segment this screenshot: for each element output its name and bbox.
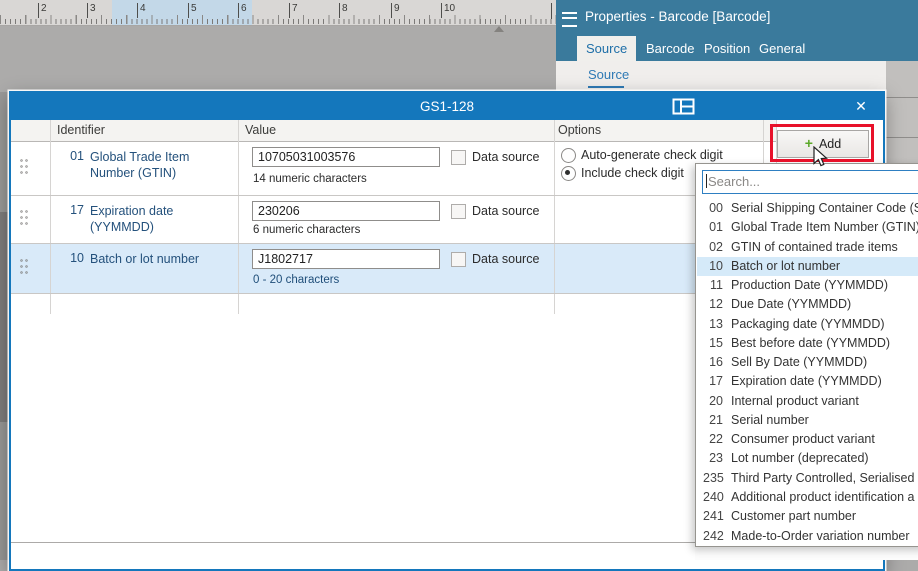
dropdown-lower-edge — [695, 546, 918, 560]
radio-label: Auto-generate check digit — [581, 148, 723, 162]
dropdown-item[interactable]: 00Serial Shipping Container Code (SS — [697, 199, 918, 218]
text-caret — [706, 174, 707, 188]
row-divider — [11, 293, 777, 294]
mouse-cursor-icon — [813, 146, 829, 168]
ruler-mark: 8 — [339, 3, 348, 18]
row-divider — [11, 243, 777, 244]
data-source-label: Data source — [472, 204, 539, 218]
ruler-medium-ticks — [0, 15, 556, 24]
value-input[interactable] — [252, 147, 440, 167]
dialog-title: GS1-128 — [11, 99, 883, 114]
close-icon[interactable]: ✕ — [849, 97, 873, 116]
drag-handle-icon[interactable] — [20, 259, 28, 277]
identifier-dropdown: Search... 00Serial Shipping Container Co… — [695, 163, 918, 547]
ruler-mark: 2 — [38, 3, 47, 18]
hamburger-menu-icon[interactable] — [562, 12, 577, 27]
panel-divider — [886, 137, 918, 138]
identifier-table: Identifier Value Options 01 Global Trade… — [11, 120, 777, 314]
ruler-mark: 9 — [391, 3, 400, 18]
horizontal-ruler: 2 3 4 5 6 7 8 9 10 — [0, 0, 556, 26]
value-hint: 14 numeric characters — [253, 173, 367, 185]
design-canvas-background — [0, 26, 556, 92]
subtab-source[interactable]: Source — [588, 67, 629, 82]
ruler-mark: 3 — [87, 3, 96, 18]
data-source-label: Data source — [472, 252, 539, 266]
dropdown-item[interactable]: 23Lot number (deprecated) — [697, 449, 918, 468]
radio-include-check-digit[interactable] — [561, 166, 576, 181]
ruler-position-marker-icon — [494, 26, 504, 32]
value-hint: 6 numeric characters — [253, 224, 360, 236]
dropdown-item[interactable]: 11Production Date (YYMMDD) — [697, 276, 918, 295]
column-divider — [238, 120, 239, 314]
properties-panel-title: Properties - Barcode [Barcode] — [585, 9, 770, 24]
dropdown-item[interactable]: 02GTIN of contained trade items — [697, 238, 918, 257]
search-placeholder: Search... — [708, 174, 760, 189]
data-source-checkbox[interactable] — [451, 252, 466, 267]
dropdown-item-selected[interactable]: 10Batch or lot number — [697, 257, 918, 276]
identifier-code: 17 — [60, 203, 84, 217]
dropdown-item[interactable]: 20Internal product variant — [697, 392, 918, 411]
value-input[interactable] — [252, 201, 440, 221]
column-divider — [50, 120, 51, 314]
dropdown-item[interactable]: 16Sell By Date (YYMMDD) — [697, 353, 918, 372]
column-header-value: Value — [245, 123, 276, 137]
ruler-mark: 10 — [441, 3, 455, 18]
dropdown-item[interactable]: 242Made-to-Order variation number — [697, 527, 918, 546]
data-source-checkbox[interactable] — [451, 150, 466, 165]
drag-handle-icon[interactable] — [20, 210, 28, 228]
dock-window-icon[interactable] — [672, 98, 696, 115]
subtab-underline — [588, 86, 624, 88]
radio-label: Include check digit — [581, 166, 684, 180]
dialog-titlebar[interactable]: GS1-128 ✕ — [11, 93, 883, 120]
dropdown-item[interactable]: 235Third Party Controlled, Serialised E — [697, 469, 918, 488]
tab-general[interactable]: General — [750, 36, 814, 61]
identifier-name: Global Trade Item Number (GTIN) — [90, 149, 232, 181]
tab-barcode[interactable]: Barcode — [637, 36, 703, 61]
table-row-selected[interactable]: 10 Batch or lot number 0 - 20 characters… — [11, 243, 777, 293]
radio-auto-generate-check-digit[interactable] — [561, 148, 576, 163]
dropdown-item[interactable]: 01Global Trade Item Number (GTIN) — [697, 218, 918, 237]
value-hint: 0 - 20 characters — [253, 274, 339, 286]
table-header-row: Identifier Value Options — [11, 120, 777, 142]
dropdown-list: 00Serial Shipping Container Code (SS 01G… — [697, 199, 918, 546]
dropdown-item[interactable]: 15Best before date (YYMMDD) — [697, 334, 918, 353]
ruler-end-tick — [551, 3, 552, 19]
ruler-mark: 4 — [137, 3, 146, 18]
dropdown-item[interactable]: 12Due Date (YYMMDD) — [697, 295, 918, 314]
dropdown-item[interactable]: 13Packaging date (YYMMDD) — [697, 315, 918, 334]
dropdown-item[interactable]: 21Serial number — [697, 411, 918, 430]
identifier-name: Expiration date (YYMMDD) — [90, 203, 232, 235]
row-divider — [11, 195, 777, 196]
column-divider — [554, 120, 555, 314]
identifier-code: 01 — [60, 149, 84, 163]
dropdown-item[interactable]: 17Expiration date (YYMMDD) — [697, 372, 918, 391]
data-source-label: Data source — [472, 150, 539, 164]
panel-divider — [886, 97, 918, 98]
tab-source[interactable]: Source — [577, 36, 636, 61]
ruler-mark: 7 — [289, 3, 298, 18]
ruler-mark: 5 — [188, 3, 197, 18]
identifier-name: Batch or lot number — [90, 251, 232, 267]
identifier-code: 10 — [60, 251, 84, 265]
dropdown-item[interactable]: 22Consumer product variant — [697, 430, 918, 449]
table-row[interactable]: 01 Global Trade Item Number (GTIN) 14 nu… — [11, 141, 777, 195]
data-source-checkbox[interactable] — [451, 204, 466, 219]
properties-panel: Properties - Barcode [Barcode] Source Ba… — [556, 0, 918, 92]
table-row[interactable]: 17 Expiration date (YYMMDD) 6 numeric ch… — [11, 195, 777, 243]
dropdown-item[interactable]: 241Customer part number — [697, 507, 918, 526]
value-input[interactable] — [252, 249, 440, 269]
column-header-identifier: Identifier — [57, 123, 105, 137]
column-header-options: Options — [558, 123, 601, 137]
properties-header: Properties - Barcode [Barcode] Source Ba… — [556, 0, 918, 61]
ruler-mark: 6 — [238, 3, 247, 18]
drag-handle-icon[interactable] — [20, 159, 28, 177]
search-input[interactable]: Search... — [702, 170, 918, 194]
dropdown-item[interactable]: 240Additional product identification a — [697, 488, 918, 507]
